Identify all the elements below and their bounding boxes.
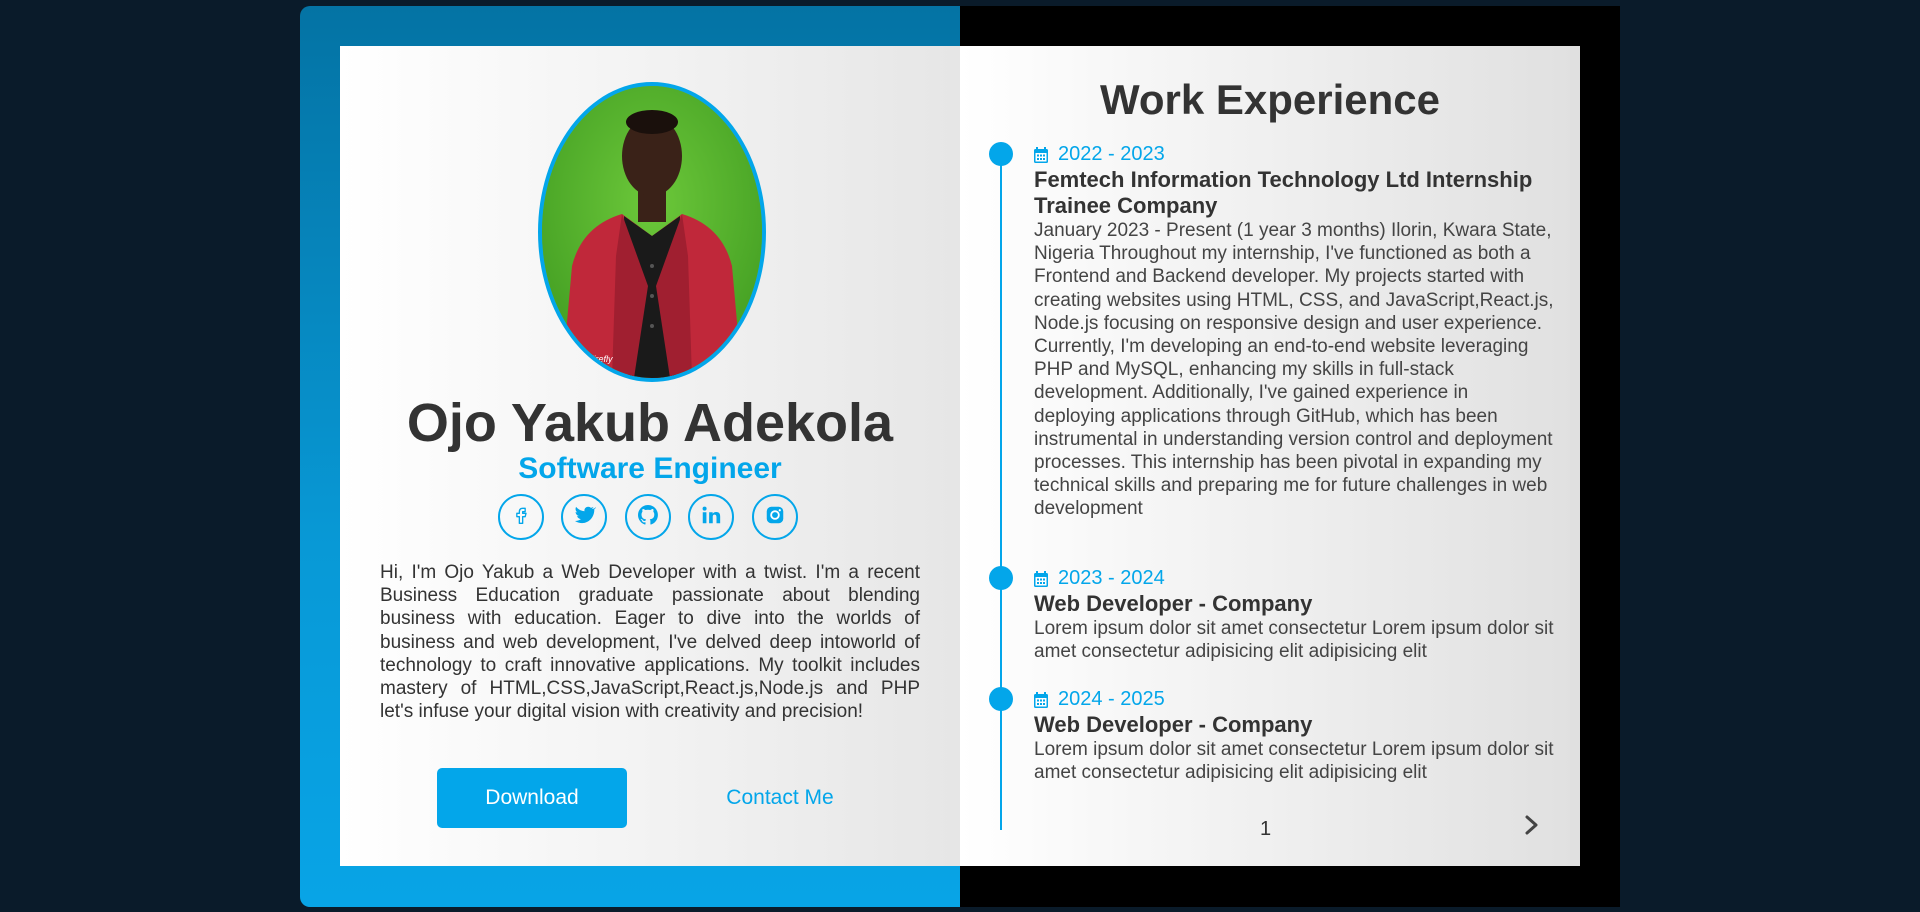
experience-job-title: Femtech Information Technology Ltd Inter…: [1034, 167, 1533, 218]
experience-years: 2024 - 2025: [1034, 686, 1554, 712]
experience-years: 2023 - 2024: [1034, 565, 1554, 591]
github-link[interactable]: [625, 494, 671, 540]
instagram-link[interactable]: [752, 494, 798, 540]
facebook-link[interactable]: [498, 494, 544, 540]
calendar-icon: [1034, 691, 1048, 708]
profile-name: Ojo Yakub Adekola: [406, 393, 894, 453]
experience-job-title: Web Developer - Company: [1034, 712, 1313, 737]
github-icon: [636, 503, 660, 532]
experience-years-text: 2022 - 2023: [1058, 142, 1165, 165]
calendar-icon: [1034, 570, 1048, 587]
timeline-dot: [989, 687, 1013, 711]
timeline-dot: [989, 142, 1013, 166]
facebook-icon: [511, 505, 531, 530]
about-text: Hi, I'm Ojo Yakub a Web Developer with a…: [380, 562, 920, 723]
timeline-line: [1000, 154, 1002, 830]
experience-years-text: 2024 - 2025: [1058, 687, 1165, 710]
profile-page: Firefly Ojo Yakub Adekola Software Engin…: [340, 46, 960, 866]
experience-entry: 2024 - 2025 Web Developer - Company Lore…: [1034, 686, 1554, 784]
instagram-icon: [764, 504, 786, 531]
experience-entry: 2022 - 2023 Femtech Information Technolo…: [1034, 141, 1554, 521]
experience-description: Lorem ipsum dolor sit amet consectetur L…: [1034, 739, 1554, 784]
profile-role: Software Engineer: [518, 452, 782, 485]
next-page-button[interactable]: [1520, 812, 1544, 842]
experience-job-title: Web Developer - Company: [1034, 591, 1313, 616]
linkedin-link[interactable]: [688, 494, 734, 540]
contact-me-link[interactable]: Contact Me: [715, 768, 845, 828]
profile-photo: Firefly: [538, 82, 766, 382]
timeline-dot: [989, 566, 1013, 590]
twitter-link[interactable]: [561, 494, 607, 540]
experience-description: Lorem ipsum dolor sit amet consectetur L…: [1034, 618, 1554, 663]
chevron-right-icon: [1524, 814, 1540, 841]
linkedin-icon: [700, 504, 722, 531]
work-experience-page: Work Experience 2022 - 2023 Femtech Info…: [960, 46, 1580, 866]
social-links: [498, 494, 808, 544]
calendar-icon: [1034, 146, 1048, 163]
experience-entry: 2023 - 2024 Web Developer - Company Lore…: [1034, 565, 1554, 663]
book: Firefly Ojo Yakub Adekola Software Engin…: [300, 6, 1620, 907]
page-number: 1: [1260, 818, 1272, 840]
work-experience-title: Work Experience: [1099, 76, 1441, 123]
twitter-icon: [572, 503, 597, 532]
experience-years-text: 2023 - 2024: [1058, 566, 1165, 589]
experience-years: 2022 - 2023: [1034, 141, 1554, 167]
svg-text:Firefly: Firefly: [588, 354, 613, 364]
download-button[interactable]: Download: [437, 768, 627, 828]
experience-description: January 2023 - Present (1 year 3 months)…: [1034, 220, 1554, 520]
